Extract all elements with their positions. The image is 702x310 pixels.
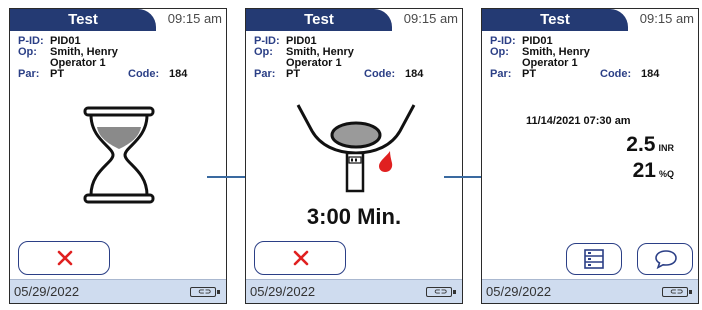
code-value: 184 [641, 68, 660, 80]
code-label: Code: [128, 68, 160, 80]
code-label: Code: [364, 68, 396, 80]
parameter-label: Par: [490, 68, 512, 80]
screen-title: Test [482, 9, 628, 31]
comment-button[interactable] [637, 243, 693, 275]
code-value: 184 [405, 68, 424, 80]
list-icon [584, 249, 604, 269]
operator-label: Op: [18, 46, 37, 58]
cancel-button[interactable] [254, 241, 346, 275]
parameter-value: PT [286, 68, 301, 80]
q-result: 21 %Q [633, 159, 674, 183]
clock: 09:15 am [639, 11, 694, 26]
battery-icon: ⊂⊃ [662, 287, 692, 297]
screen-waiting: Test 09:15 am P-ID: PID01 Op: Smith, Henry… [9, 8, 227, 304]
battery-icon: ⊂⊃ [426, 287, 456, 297]
inr-result: 2.5 INR [626, 133, 674, 157]
blood-drop-icon [379, 151, 393, 172]
status-date: 05/29/2022 [486, 284, 552, 299]
comment-icon [655, 250, 677, 269]
clock: 09:15 am [167, 11, 222, 26]
screen-result: Test 09:15 am P-ID: PID01 Op: Smith, Henry… [481, 8, 699, 304]
status-bar: 05/29/2022 ⊂⊃ [10, 279, 226, 303]
clock: 09:15 am [403, 11, 458, 26]
q-unit: %Q [658, 169, 674, 179]
test-strip-icon [296, 104, 416, 193]
screen-title: Test [246, 9, 392, 31]
list-button[interactable] [566, 243, 622, 275]
patient-info: P-ID: PID01 Op: Smith, Henry Operator 1 Pa… [254, 36, 458, 80]
screen-measuring: Test 09:15 am P-ID: PID01 Op: Smith, Henry… [245, 8, 463, 304]
patient-info: P-ID: PID01 Op: Smith, Henry Operator 1 Pa… [18, 36, 222, 80]
countdown-timer: 3:00 Min. [306, 204, 402, 229]
status-date: 05/29/2022 [14, 284, 80, 299]
header: Test 09:15 am [482, 9, 698, 31]
hourglass-icon [83, 106, 155, 204]
screen-title: Test [10, 9, 156, 31]
parameter-label: Par: [254, 68, 276, 80]
parameter-value: PT [522, 68, 537, 80]
code-label: Code: [600, 68, 632, 80]
header: Test 09:15 am [10, 9, 226, 31]
cancel-button[interactable] [18, 241, 110, 275]
inr-value: 2.5 [626, 133, 656, 156]
status-bar: 05/29/2022 ⊂⊃ [482, 279, 698, 303]
close-icon [57, 250, 73, 266]
status-bar: 05/29/2022 ⊂⊃ [246, 279, 462, 303]
result-datetime: 11/14/2021 07:30 am [526, 115, 631, 127]
parameter-value: PT [50, 68, 65, 80]
close-icon [293, 250, 309, 266]
patient-info: P-ID: PID01 Op: Smith, Henry Operator 1 Pa… [490, 36, 694, 80]
code-value: 184 [169, 68, 188, 80]
status-date: 05/29/2022 [250, 284, 316, 299]
operator-label: Op: [490, 46, 509, 58]
inr-unit: INR [658, 143, 675, 153]
q-value: 21 [632, 159, 656, 182]
parameter-label: Par: [18, 68, 40, 80]
header: Test 09:15 am [246, 9, 462, 31]
operator-label: Op: [254, 46, 273, 58]
battery-icon: ⊂⊃ [190, 287, 220, 297]
